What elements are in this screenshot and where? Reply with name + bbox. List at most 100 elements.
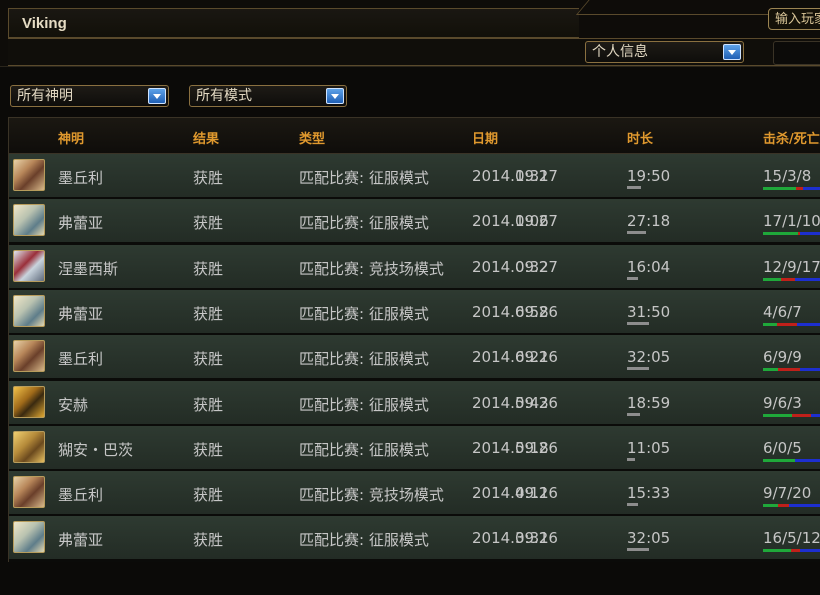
- kda-deaths-bar: [792, 413, 811, 417]
- mode-filter-label: 所有模式: [196, 88, 252, 104]
- table-row[interactable]: 安赫 获胜 匹配比赛: 征服模式 2014.09.26 5:43 18:59 9/6/3: [9, 380, 820, 426]
- column-header-type[interactable]: 类型: [299, 128, 325, 147]
- match-type: 匹配比赛: 征服模式: [299, 440, 429, 459]
- duration-bar: [627, 231, 646, 235]
- match-result: 获胜: [193, 214, 224, 233]
- mercury-icon: [13, 476, 45, 509]
- kda-kills-bar: [763, 187, 796, 190]
- hunbatz-icon: [13, 430, 45, 463]
- kda-value: 17/1/10: [763, 212, 820, 231]
- kda-value: 9/6/3: [763, 393, 802, 412]
- freya-icon: [13, 294, 45, 327]
- chevron-down-icon[interactable]: [326, 88, 344, 104]
- nemesis-icon: [13, 249, 45, 282]
- god-name: 墨丘利: [58, 169, 104, 187]
- freya-icon: [13, 521, 45, 554]
- match-type: 匹配比赛: 竞技场模式: [299, 259, 444, 278]
- kda-kills-bar: [763, 413, 792, 417]
- match-time: 3:31: [515, 529, 549, 548]
- kda-value: 9/7/20: [763, 484, 812, 503]
- match-duration: 32:05: [627, 348, 671, 367]
- kda-kills-bar: [763, 458, 795, 462]
- table-row[interactable]: 弗蕾亚 获胜 匹配比赛: 征服模式 2014.09.26 6:58 31:50 4/6/7: [9, 289, 820, 335]
- match-type: 匹配比赛: 征服模式: [299, 350, 429, 369]
- column-header-god[interactable]: 神明: [58, 128, 84, 147]
- kda-kills-bar: [763, 322, 777, 326]
- duration-bar: [627, 503, 638, 507]
- column-header-result[interactable]: 结果: [193, 128, 219, 147]
- duration-bar: [627, 186, 641, 189]
- table-row[interactable]: 墨丘利 获胜 匹配比赛: 征服模式 2014.09.27 1:31 19:50 15/3/8: [9, 154, 820, 199]
- match-type: 匹配比赛: 征服模式: [299, 304, 429, 323]
- match-duration: 18:59: [627, 393, 671, 412]
- kda-kills-bar: [763, 232, 798, 236]
- column-header-date[interactable]: 日期: [472, 128, 498, 147]
- table-row[interactable]: 涅墨西斯 获胜 匹配比赛: 竞技场模式 2014.09.27 0:32 16:04 12/9…: [9, 244, 820, 290]
- secondary-dropdown[interactable]: [773, 41, 820, 65]
- kda-assists-bar: [803, 187, 820, 190]
- kda-value: 4/6/7: [763, 302, 802, 321]
- column-header-duration[interactable]: 时长: [627, 128, 653, 147]
- match-time: 0:32: [515, 257, 549, 276]
- match-time: 5:18: [515, 438, 549, 457]
- mode-filter-dropdown[interactable]: 所有模式: [189, 85, 347, 107]
- god-name: 弗蕾亚: [58, 304, 104, 323]
- kda-assists-bar: [800, 232, 820, 236]
- kda-assists-bar: [797, 322, 820, 326]
- god-filter-dropdown[interactable]: 所有神明: [10, 85, 169, 107]
- match-time: 6:21: [515, 348, 549, 367]
- column-header-kda[interactable]: 击杀/死亡/助攻: [763, 128, 820, 147]
- duration-bar: [627, 367, 649, 371]
- kda-deaths-bar: [777, 322, 797, 326]
- kda-deaths-bar: [796, 187, 803, 190]
- player-search-button[interactable]: 输入玩家名称: [768, 8, 820, 30]
- kda-assists-bar: [795, 458, 820, 462]
- table-row[interactable]: 墨丘利 获胜 匹配比赛: 征服模式 2014.09.26 6:21 32:05 6/9/9: [9, 335, 820, 381]
- kda-value: 6/0/5: [763, 438, 802, 457]
- kda-deaths-bar: [781, 277, 795, 281]
- player-name: Viking: [22, 15, 67, 32]
- god-name: 弗蕾亚: [58, 531, 104, 550]
- kda-kills-bar: [763, 277, 781, 281]
- kda-assists-bar: [800, 549, 820, 553]
- kda-assists-bar: [811, 413, 820, 417]
- match-result: 获胜: [193, 395, 224, 414]
- table-row[interactable]: 弗蕾亚 获胜 匹配比赛: 征服模式 2014.09.26 3:31 32:05 16/5/1…: [9, 516, 820, 562]
- match-time: 1:31: [515, 167, 549, 185]
- match-result: 获胜: [193, 440, 224, 459]
- match-result: 获胜: [193, 304, 224, 323]
- match-duration: 16:04: [627, 257, 671, 276]
- anhur-icon: [13, 385, 45, 418]
- kda-kills-bar: [763, 504, 778, 508]
- god-name: 墨丘利: [58, 486, 104, 505]
- chevron-down-icon[interactable]: [723, 44, 741, 60]
- kda-deaths-bar: [778, 504, 789, 508]
- kda-value: 16/5/12: [763, 529, 820, 548]
- chevron-down-icon[interactable]: [148, 88, 166, 104]
- god-name: 墨丘利: [58, 350, 104, 369]
- kda-deaths-bar: [778, 368, 800, 372]
- match-time: 1:06: [515, 212, 549, 231]
- duration-bar: [627, 276, 638, 280]
- profile-dropdown[interactable]: 个人信息: [585, 41, 744, 63]
- kda-kills-bar: [763, 368, 778, 372]
- god-name: 弗蕾亚: [58, 214, 104, 233]
- match-result: 获胜: [193, 486, 224, 505]
- match-type: 匹配比赛: 征服模式: [299, 531, 429, 550]
- god-filter-label: 所有神明: [17, 88, 73, 104]
- freya-icon: [13, 204, 45, 237]
- kda-value: 15/3/8: [763, 167, 812, 185]
- table-row[interactable]: 墨丘利 获胜 匹配比赛: 竞技场模式 2014.09.26 4:11 15:33 9/7/2…: [9, 471, 820, 517]
- title-strip: [8, 8, 579, 38]
- match-time: 5:43: [515, 393, 549, 412]
- duration-bar: [627, 548, 649, 552]
- table-row[interactable]: 猢安・巴茨 获胜 匹配比赛: 征服模式 2014.09.26 5:18 11:05 6/0/…: [9, 425, 820, 471]
- match-duration: 11:05: [627, 438, 671, 457]
- kda-value: 12/9/17: [763, 257, 820, 276]
- table-row[interactable]: 弗蕾亚 获胜 匹配比赛: 征服模式 2014.09.27 1:06 27:18 17/1/1…: [9, 199, 820, 245]
- match-duration: 32:05: [627, 529, 671, 548]
- match-type: 匹配比赛: 征服模式: [299, 395, 429, 414]
- match-history-table: 神明 结果 类型 日期 时长 击杀/死亡/助攻 墨丘利获胜匹配比赛: 征服模式2…: [8, 117, 820, 562]
- god-name: 安赫: [58, 395, 89, 414]
- match-result: 获胜: [193, 259, 224, 278]
